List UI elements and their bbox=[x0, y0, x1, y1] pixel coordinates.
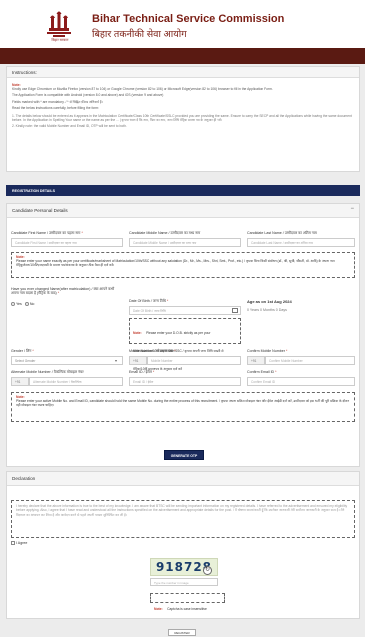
alt-mobile-country-code: +91 bbox=[11, 377, 29, 386]
personal-details-panel: Candidate Personal Details − Candidate F… bbox=[6, 203, 360, 467]
captcha-note-text: Captcha is case insensitive bbox=[167, 606, 207, 611]
agree-checkbox[interactable] bbox=[11, 541, 15, 546]
radio-yes-label: Yes bbox=[15, 302, 22, 306]
captcha-input[interactable]: Type the number in image bbox=[150, 578, 218, 586]
gender-selected-value: Select Gender bbox=[15, 359, 36, 363]
instruction-point: 2. Kindly note: the valid Mobile Number … bbox=[12, 124, 127, 129]
declaration-text: I hereby declare that the above informat… bbox=[16, 504, 348, 517]
registration-details-bar: REGISTRATION DETAILS bbox=[6, 185, 360, 196]
radio-no-label: No bbox=[29, 302, 35, 306]
contact-note-text: Please enter your active Mobile No. and … bbox=[16, 399, 350, 408]
confirm-mobile-input[interactable]: Confirm Mobile Number bbox=[265, 356, 355, 365]
declaration-title: Declaration bbox=[7, 472, 359, 486]
org-name-hindi: बिहार तकनीकी सेवा आयोग bbox=[92, 29, 187, 40]
name-note-box: Note: Please enter your name exactly as … bbox=[11, 252, 355, 278]
email-input[interactable]: Email ID / ईमेल bbox=[129, 377, 241, 386]
email-label: Email ID / ईमेल * bbox=[129, 370, 155, 374]
captcha-note-label: Note: bbox=[154, 606, 163, 611]
instructions-body: Note: Kindly use Edge Chromium or Mozill… bbox=[12, 83, 356, 129]
dob-note-box: Note: Please enter your D.O.B. strictly … bbox=[129, 318, 241, 371]
last-name-label: Candidate Last Name / उम्मीदवार का अंतिम… bbox=[247, 231, 317, 235]
refresh-captcha-icon[interactable]: ↻ bbox=[203, 566, 212, 575]
contact-note-box: Note: Please enter your active Mobile No… bbox=[11, 392, 355, 422]
alt-mobile-input[interactable]: Alternate Mobile Number / वैकल्पिक bbox=[29, 377, 123, 386]
collapse-icon[interactable]: − bbox=[350, 206, 354, 212]
instructions-title: Instructions: bbox=[7, 67, 359, 78]
declaration-panel: Declaration I hereby declare that the ab… bbox=[6, 471, 360, 619]
instruction-line: The Application Form is compatible with … bbox=[12, 93, 164, 98]
confirm-mobile-country-code: +91 bbox=[247, 356, 265, 365]
gender-select[interactable]: Select Gender bbox=[11, 356, 123, 365]
first-name-label: Candidate First Name / उम्मीदवार का पहला… bbox=[11, 231, 83, 235]
dob-note-label: Note: bbox=[133, 331, 142, 335]
emblem-caption: बिहार सरकार bbox=[51, 38, 69, 42]
site-header: बिहार सरकार Bihar Technical Service Comm… bbox=[0, 0, 365, 48]
register-button[interactable]: REGISTER bbox=[168, 629, 196, 636]
registration-details-title: REGISTRATION DETAILS bbox=[12, 188, 55, 193]
confirm-email-label: Confirm Email ID * bbox=[247, 370, 277, 374]
radio-no[interactable] bbox=[24, 302, 29, 307]
changed-name-label: Have you ever changed Name(after matricu… bbox=[11, 287, 115, 296]
chevron-down-icon: ▾ bbox=[115, 358, 118, 363]
calendar-icon[interactable] bbox=[232, 307, 238, 313]
instruction-line: Read the below instructions carefully, b… bbox=[12, 106, 99, 111]
instruction-line: Kindly use Edge Chromium or Mozilla Fire… bbox=[12, 87, 273, 91]
age-label: Age as on 1st Aug 2024 bbox=[247, 299, 292, 304]
mobile-label: Mobile Number / मोबाइल नंबर * bbox=[129, 349, 176, 353]
middle-name-label: Candidate Middle Name / उम्मीदवार का मध्… bbox=[129, 231, 201, 235]
instruction-point: 1. The details below should be entered a… bbox=[12, 113, 352, 123]
header-stripe bbox=[0, 48, 365, 64]
dob-input[interactable]: Date Of Birth / जन्म तिथि bbox=[129, 306, 241, 315]
org-name-english: Bihar Technical Service Commission bbox=[92, 13, 285, 25]
instructions-panel: Instructions: Note: Kindly use Edge Chro… bbox=[6, 66, 360, 172]
mobile-country-code: +91 bbox=[129, 356, 147, 365]
agree-checkbox-row: I Agree bbox=[11, 541, 28, 546]
agree-label: I Agree bbox=[16, 541, 28, 545]
personal-details-title: Candidate Personal Details bbox=[7, 204, 359, 218]
alt-mobile-label: Alternate Mobile Number / वैकल्पिक मोबाइ… bbox=[11, 370, 84, 374]
captcha-note-box: Note: Captcha is case insensitive bbox=[150, 593, 225, 611]
middle-name-input[interactable]: Candidate Middle Name / उम्मीदवार का मध्… bbox=[129, 238, 241, 247]
gender-label: Gender / लिंग * bbox=[11, 349, 34, 353]
declaration-text-box: I hereby declare that the above informat… bbox=[11, 500, 355, 538]
confirm-email-input[interactable]: Confirm Email ID bbox=[247, 377, 355, 386]
name-note-text: Please enter your name exactly as per yo… bbox=[16, 259, 335, 268]
generate-otp-button[interactable]: GENERATE OTP bbox=[164, 450, 204, 460]
dob-label: Date Of Birth / जन्म तिथि * bbox=[129, 299, 169, 303]
first-name-input[interactable]: Candidate First Name / उम्मीदवार का पहला… bbox=[11, 238, 123, 247]
radio-yes[interactable] bbox=[11, 302, 15, 307]
confirm-mobile-label: Confirm Mobile Number * bbox=[247, 349, 288, 353]
mobile-input[interactable]: Mobile Number bbox=[147, 356, 241, 365]
changed-name-radio-group: Yes No bbox=[11, 302, 35, 307]
instruction-line: Fields marked with * are mandatory. / * … bbox=[12, 99, 103, 104]
age-value: 0 Years 0 Months 0 Days bbox=[247, 308, 287, 312]
last-name-input[interactable]: Candidate Last Name / उम्मीदवार का अंतिम… bbox=[247, 238, 355, 247]
bihar-emblem-icon bbox=[47, 11, 71, 37]
